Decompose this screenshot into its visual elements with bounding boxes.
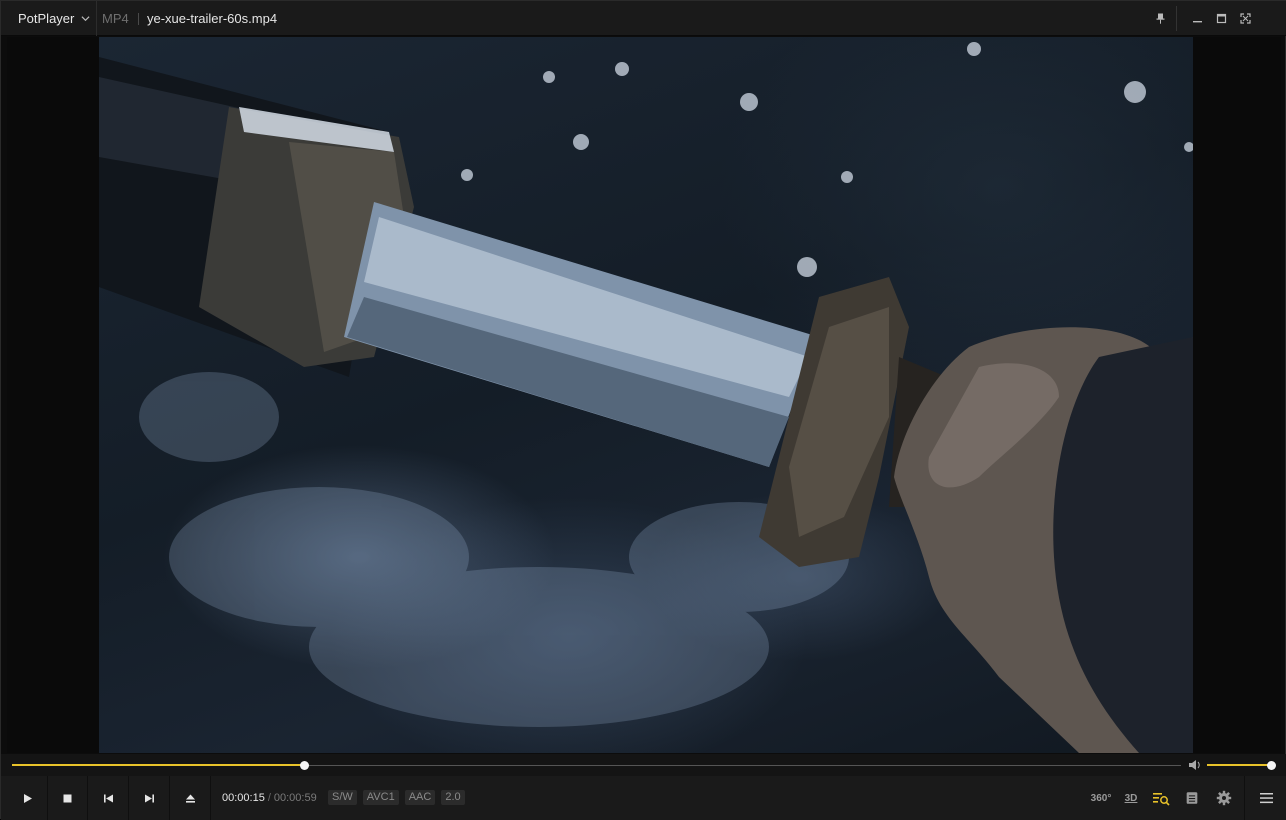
minimize-icon <box>1192 21 1202 23</box>
window-controls <box>1148 1 1257 36</box>
current-time: 00:00:15 <box>222 792 265 804</box>
settings-button[interactable] <box>1215 789 1233 807</box>
next-button[interactable] <box>130 776 170 820</box>
next-icon <box>145 794 154 802</box>
pin-button[interactable] <box>1148 1 1172 36</box>
hamburger-menu-icon <box>1260 793 1273 804</box>
seek-bar-progress <box>12 764 305 766</box>
seek-row <box>1 754 1286 776</box>
pin-icon <box>1156 13 1164 24</box>
menu-button[interactable] <box>1258 789 1276 807</box>
eject-icon <box>186 794 195 803</box>
stop-button[interactable] <box>48 776 88 820</box>
media-info-tags: S/W AVC1 AAC 2.0 <box>328 790 465 805</box>
volume-slider-level <box>1207 764 1271 766</box>
file-name: ye-xue-trailer-60s.mp4 <box>147 11 278 26</box>
vr-360-label: 360° <box>1090 792 1112 804</box>
play-button[interactable] <box>8 776 48 820</box>
audio-channels-tag[interactable]: 2.0 <box>441 790 465 805</box>
control-bar-divider <box>1244 776 1245 820</box>
seek-bar[interactable] <box>12 761 1181 770</box>
main-menu-button[interactable]: PotPlayer <box>1 1 97 36</box>
playlist-icon <box>1186 792 1198 804</box>
minimize-button[interactable] <box>1185 1 1209 36</box>
stop-icon <box>63 794 72 802</box>
total-duration: 00:00:59 <box>273 792 317 804</box>
video-scene <box>99 42 1193 753</box>
previous-button[interactable] <box>89 776 129 820</box>
maximize-icon <box>1216 13 1226 24</box>
time-display: 00:00:15/00:00:59 <box>222 776 317 820</box>
3d-label: 3D <box>1124 792 1138 804</box>
maximize-button[interactable] <box>1209 1 1233 36</box>
chevron-down-icon <box>81 16 90 22</box>
fullscreen-icon <box>1239 13 1251 24</box>
gear-icon <box>1216 790 1232 806</box>
play-icon <box>24 793 32 803</box>
playlist-button[interactable] <box>1184 789 1200 807</box>
volume-slider[interactable] <box>1207 761 1276 770</box>
volume-slider-handle[interactable] <box>1267 761 1276 770</box>
decoder-tag[interactable]: S/W <box>328 790 357 805</box>
volume-icon[interactable] <box>1188 759 1202 771</box>
video-frame[interactable] <box>99 37 1193 753</box>
subtitle-search-icon <box>1153 793 1170 806</box>
control-bar: 00:00:15/00:00:59 S/W AVC1 AAC 2.0 360° … <box>1 776 1286 820</box>
title-bar: PotPlayer MP4 ye-xue-trailer-60s.mp4 <box>1 1 1286 36</box>
video-codec-tag[interactable]: AVC1 <box>362 790 399 805</box>
time-separator: / <box>267 792 271 804</box>
open-file-button[interactable] <box>171 776 211 820</box>
video-area[interactable] <box>7 37 1281 753</box>
vr-360-button[interactable]: 360° <box>1090 789 1112 807</box>
file-format-label: MP4 <box>102 11 129 26</box>
seek-bar-handle[interactable] <box>300 761 310 770</box>
audio-codec-tag[interactable]: AAC <box>404 790 436 805</box>
window-controls-divider <box>1176 6 1177 31</box>
previous-icon <box>104 794 113 802</box>
app-name: PotPlayer <box>18 11 75 26</box>
title-divider <box>138 13 139 25</box>
potplayer-window: PotPlayer MP4 ye-xue-trailer-60s.mp4 00:… <box>0 0 1286 820</box>
subtitle-search-button[interactable] <box>1152 789 1170 807</box>
3d-button[interactable]: 3D <box>1122 789 1140 807</box>
fullscreen-button[interactable] <box>1233 1 1257 36</box>
